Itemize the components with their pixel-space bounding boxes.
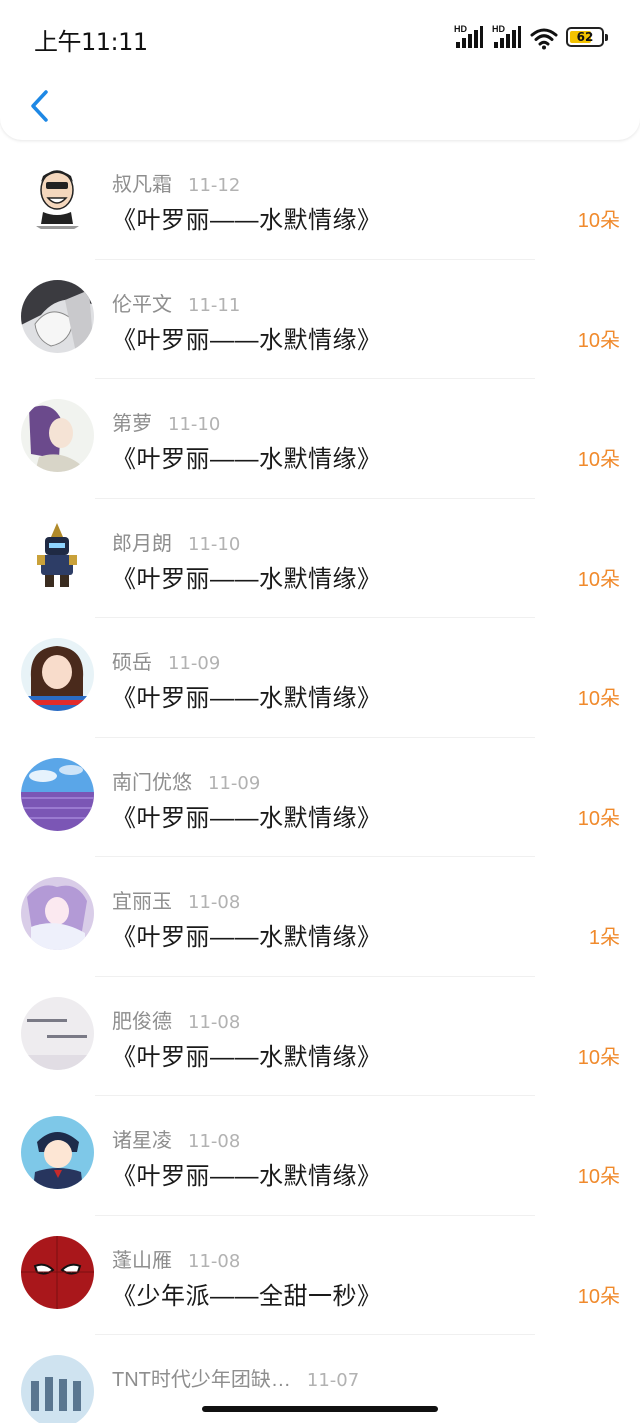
chevron-left-icon (31, 90, 48, 122)
avatar[interactable] (21, 160, 94, 233)
list-item[interactable]: 硕岳 11-09 《叶罗丽——水默情缘》 10朵 (0, 618, 640, 738)
sender-line: 郎月朗 11-10 (112, 527, 240, 556)
status-time: 上午11:11 (34, 28, 148, 56)
list-item[interactable]: 宜丽玉 11-08 《叶罗丽——水默情缘》 1朵 (0, 857, 640, 977)
sender-name: 叔凡霜 (112, 174, 172, 196)
song-title: 《叶罗丽——水默情缘》 (112, 924, 382, 951)
avatar[interactable] (21, 1235, 94, 1309)
flower-amount: 10朵 (577, 1166, 620, 1188)
flower-amount: 10朵 (577, 807, 620, 830)
sender-line: 蓬山雁 11-08 (112, 1244, 240, 1273)
sender-name: 蓬山雁 (112, 1249, 172, 1272)
list-item[interactable]: 诸星凌 11-08 《叶罗丽——水默情缘》 10朵 (0, 1096, 640, 1216)
flower-amount: 10朵 (577, 1046, 620, 1069)
song-title: 《少年派——全甜一秒》 (112, 1282, 382, 1310)
flower-amount: 10朵 (577, 329, 620, 352)
header: 上午11:11 HD HD 62 (0, 0, 640, 140)
avatar[interactable] (21, 399, 94, 472)
sender-line: TNT时代少年团缺… 11-07 (112, 1363, 359, 1392)
sender-name: 第萝 (112, 413, 152, 435)
avatar[interactable] (21, 757, 94, 831)
sender-name: TNT时代少年团缺… (112, 1369, 291, 1391)
sender-line: 诸星凌 11-08 (112, 1124, 240, 1153)
sender-name: 宜丽玉 (112, 891, 172, 913)
battery-icon: 62 (566, 27, 608, 47)
home-indicator[interactable] (202, 1406, 438, 1412)
song-title: 《叶罗丽——水默情缘》 (112, 1043, 382, 1071)
back-button[interactable] (20, 84, 60, 128)
song-title: 《叶罗丽——水默情缘》 (112, 446, 382, 473)
flower-amount: 1朵 (588, 927, 620, 949)
sender-name: 硕岳 (112, 652, 152, 674)
record-date: 11-09 (168, 653, 221, 674)
sender-line: 宜丽玉 11-08 (112, 885, 240, 914)
sender-name: 伦平文 (112, 293, 172, 316)
record-date: 11-09 (208, 772, 261, 794)
record-date: 11-07 (306, 1370, 360, 1391)
status-icons: HD HD 62 (454, 24, 608, 50)
sender-line: 伦平文 11-11 (112, 288, 240, 317)
record-date: 11-08 (188, 1250, 241, 1272)
battery-level: 62 (576, 30, 594, 44)
song-title: 《叶罗丽——水默情缘》 (112, 326, 382, 354)
list-item[interactable]: 蓬山雁 11-08 《少年派——全甜一秒》 10朵 (0, 1216, 640, 1335)
sender-line: 肥俊德 11-08 (112, 1005, 240, 1034)
avatar[interactable] (21, 996, 94, 1070)
flower-amount: 10朵 (577, 449, 620, 471)
sender-line: 第萝 11-10 (112, 407, 220, 436)
list-item[interactable]: 郎月朗 11-10 《叶罗丽——水默情缘》 10朵 (0, 499, 640, 618)
record-date: 11-08 (188, 1011, 241, 1033)
record-date: 11-08 (188, 1131, 241, 1152)
song-title: 《叶罗丽——水默情缘》 (112, 207, 382, 234)
status-bar: 上午11:11 HD HD 62 (0, 0, 640, 74)
signal-hd-label: HD (454, 24, 467, 34)
sender-line: 叔凡霜 11-12 (112, 168, 240, 197)
list-item[interactable]: 第萝 11-10 《叶罗丽——水默情缘》 10朵 (0, 379, 640, 499)
avatar[interactable] (21, 638, 94, 711)
signal-hd-label: HD (492, 24, 505, 34)
gift-record-list: 叔凡霜 11-12 《叶罗丽——水默情缘》 10朵 伦平文 11-11 《叶罗丽——… (0, 140, 640, 1423)
flower-amount: 10朵 (577, 210, 620, 232)
avatar[interactable] (21, 877, 94, 950)
song-title: 《叶罗丽——水默情缘》 (112, 804, 382, 832)
flower-amount: 10朵 (577, 568, 620, 591)
record-date: 11-12 (188, 175, 241, 196)
sender-line: 南门优悠 11-09 (112, 766, 260, 795)
sender-name: 南门优悠 (112, 771, 192, 794)
wifi-icon (530, 28, 558, 50)
flower-amount: 10朵 (577, 688, 620, 710)
list-item[interactable]: 叔凡霜 11-12 《叶罗丽——水默情缘》 10朵 (0, 140, 640, 260)
song-title: 《叶罗丽——水默情缘》 (112, 1163, 382, 1190)
signal-hd-icon: HD (492, 24, 522, 50)
song-title: 《叶罗丽——水默情缘》 (112, 685, 382, 712)
avatar[interactable] (21, 279, 94, 353)
record-date: 11-11 (188, 294, 241, 316)
sender-name: 郎月朗 (112, 532, 172, 555)
signal-hd-icon: HD (454, 24, 484, 50)
song-title: 《叶罗丽——水默情缘》 (112, 565, 382, 593)
record-date: 11-10 (168, 414, 221, 435)
record-date: 11-10 (188, 533, 241, 555)
sender-name: 肥俊德 (112, 1010, 172, 1033)
avatar[interactable] (21, 1116, 94, 1189)
sender-line: 硕岳 11-09 (112, 646, 220, 675)
flower-amount: 10朵 (577, 1285, 620, 1308)
avatar[interactable] (21, 1355, 94, 1423)
avatar[interactable] (21, 518, 94, 592)
list-item[interactable]: 伦平文 11-11 《叶罗丽——水默情缘》 10朵 (0, 260, 640, 379)
list-item[interactable]: 肥俊德 11-08 《叶罗丽——水默情缘》 10朵 (0, 977, 640, 1096)
record-date: 11-08 (188, 892, 241, 913)
sender-name: 诸星凌 (112, 1130, 172, 1152)
list-item[interactable]: 南门优悠 11-09 《叶罗丽——水默情缘》 10朵 (0, 738, 640, 857)
